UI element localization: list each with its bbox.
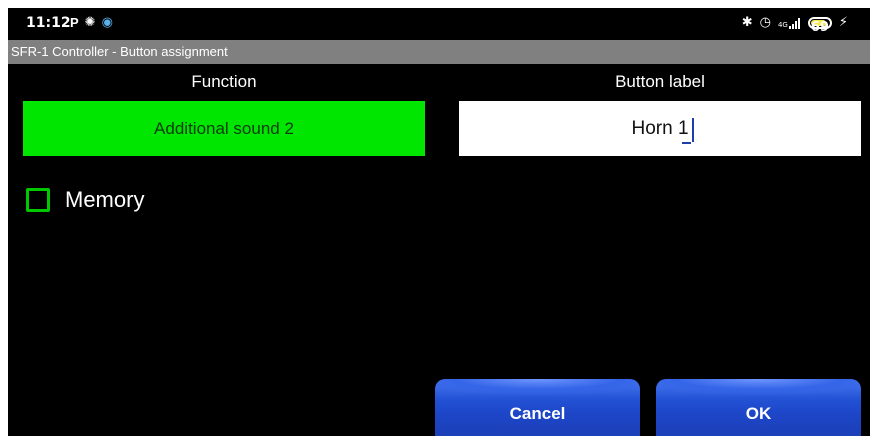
device-display: 11:12 P ✺ ◉ ✱ ◷ 4G 69 ⚡ SFR-1 Controller…: [8, 8, 870, 436]
cancel-button[interactable]: Cancel: [435, 379, 640, 436]
title-bar: SFR-1 Controller - Button assignment: [8, 40, 870, 64]
memory-checkbox-row[interactable]: Memory: [26, 187, 144, 213]
bluetooth-icon: ✱: [741, 15, 753, 30]
signal-4g-icon: 4G: [777, 17, 801, 29]
text-cursor: [692, 118, 694, 142]
screen: 11:12 P ✺ ◉ ✱ ◷ 4G 69 ⚡ SFR-1 Controller…: [0, 0, 871, 436]
function-value: Additional sound 2: [154, 118, 294, 138]
memory-label: Memory: [65, 187, 145, 212]
battery-icon: 69: [807, 17, 832, 35]
battery-level: 69: [810, 20, 829, 35]
ok-button[interactable]: OK: [656, 379, 861, 436]
memory-checkbox[interactable]: [26, 188, 50, 212]
text-selection-underline: [682, 142, 691, 144]
signal-bars: [788, 17, 800, 29]
function-heading: Function: [191, 72, 257, 91]
settings-gear-icon: ✺: [84, 15, 96, 30]
button-label-heading: Button label: [615, 72, 705, 91]
function-selector[interactable]: Additional sound 2: [23, 101, 425, 156]
app-globe-icon: ◉: [101, 15, 113, 30]
status-bar: 11:12 P ✺ ◉ ✱ ◷ 4G 69 ⚡: [8, 8, 870, 40]
status-icons-left: P ✺ ◉: [70, 15, 113, 31]
status-icons-right: ✱ ◷ 4G 69 ⚡: [741, 15, 848, 35]
charging-icon: ⚡: [838, 15, 848, 30]
network-label: 4G: [777, 20, 788, 29]
alarm-icon: ◷: [759, 15, 771, 30]
parking-icon: P: [70, 15, 79, 30]
button-label-input[interactable]: [459, 101, 861, 156]
status-time: 11:12: [26, 15, 71, 31]
window-title: SFR-1 Controller - Button assignment: [11, 44, 228, 59]
